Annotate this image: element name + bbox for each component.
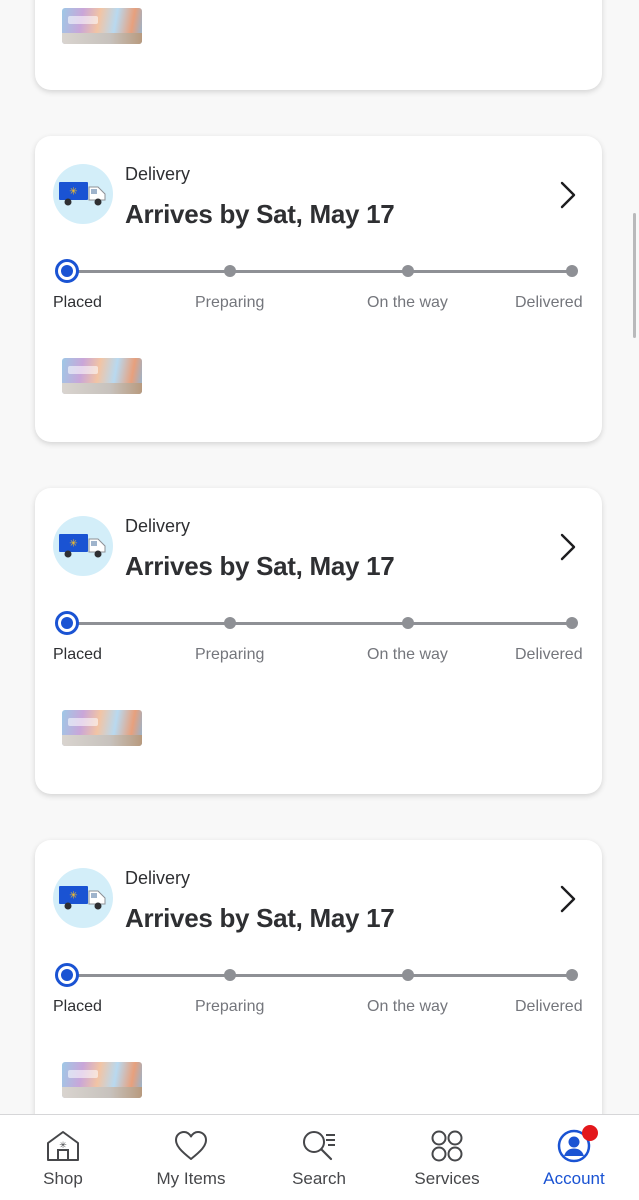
step-dot-preparing [224,265,236,277]
chevron-right-icon[interactable] [556,530,580,564]
step-dot-preparing [224,969,236,981]
step-label-on-the-way: On the way [367,294,448,311]
order-progress-tracker: Placed Preparing On the way Delivered [35,962,602,1032]
order-card[interactable]: ✳ Delivery Arrives by Sat, May 17 Placed… [35,488,602,794]
arrival-date: Arrives by Sat, May 17 [125,903,395,933]
progress-line [67,270,570,273]
step-label-placed: Placed [53,998,102,1015]
svg-text:✳: ✳ [69,891,77,902]
order-type-label: Delivery [125,868,191,888]
order-card[interactable]: ✳ Delivery Arrives by Sat, May 17 Placed… [35,136,602,442]
progress-line [67,974,570,977]
step-dot-placed [55,611,79,635]
order-card-partial[interactable] [35,0,602,90]
tab-label-search: Search [292,1169,346,1188]
step-dot-placed [55,259,79,283]
step-label-on-the-way: On the way [367,998,448,1015]
tab-account[interactable]: Account [514,1115,634,1200]
product-thumbnail[interactable] [62,358,142,394]
tab-label-account: Account [543,1169,605,1188]
order-type-label: Delivery [125,516,191,536]
tab-label-shop: Shop [43,1169,83,1188]
product-thumbnail[interactable] [62,8,142,44]
step-dot-preparing [224,617,236,629]
product-thumbnail[interactable] [62,1062,142,1098]
order-type-label: Delivery [125,164,191,184]
svg-text:✳: ✳ [69,187,77,198]
step-dot-on-the-way [402,265,414,277]
step-label-on-the-way: On the way [367,646,448,663]
step-label-delivered: Delivered [515,998,583,1015]
svg-text:✳: ✳ [69,539,77,550]
tab-label-services: Services [414,1169,480,1188]
step-label-preparing: Preparing [195,294,265,311]
orders-screen: ✳ Delivery Arrives by Sat, May 17 Placed… [0,0,639,1200]
tab-search[interactable]: Search [259,1115,379,1200]
tab-shop[interactable]: ✳ Shop [3,1115,123,1200]
delivery-truck-icon: ✳ [53,868,113,928]
step-label-preparing: Preparing [195,646,265,663]
step-label-delivered: Delivered [515,294,583,311]
step-label-placed: Placed [53,646,102,663]
step-dot-delivered [566,265,578,277]
step-label-placed: Placed [53,294,102,311]
order-progress-tracker: Placed Preparing On the way Delivered [35,610,602,680]
account-icon [556,1125,598,1163]
notification-badge [582,1125,598,1141]
step-dot-placed [55,963,79,987]
bottom-tab-bar: ✳ Shop My Items Search Services Account [0,1114,639,1200]
order-card[interactable]: ✳ Delivery Arrives by Sat, May 17 Placed… [35,840,602,1146]
step-dot-delivered [566,969,578,981]
delivery-truck-icon: ✳ [53,164,113,224]
arrival-date: Arrives by Sat, May 17 [125,199,395,229]
progress-line [67,622,570,625]
product-thumbnail[interactable] [62,710,142,746]
arrival-date: Arrives by Sat, May 17 [125,551,395,581]
step-label-delivered: Delivered [515,646,583,663]
tab-my-items[interactable]: My Items [131,1115,251,1200]
services-grid-icon [431,1130,463,1162]
delivery-truck-icon: ✳ [53,516,113,576]
order-progress-tracker: Placed Preparing On the way Delivered [35,258,602,328]
step-label-preparing: Preparing [195,998,265,1015]
step-dot-delivered [566,617,578,629]
chevron-right-icon[interactable] [556,882,580,916]
search-icon [303,1131,335,1161]
chevron-right-icon[interactable] [556,178,580,212]
store-icon: ✳ [47,1131,79,1161]
step-dot-on-the-way [402,617,414,629]
svg-text:✳: ✳ [59,1141,67,1151]
tab-label-my-items: My Items [156,1169,226,1188]
scrollbar[interactable] [633,213,636,338]
tab-services[interactable]: Services [387,1115,507,1200]
step-dot-on-the-way [402,969,414,981]
heart-icon [175,1131,207,1160]
